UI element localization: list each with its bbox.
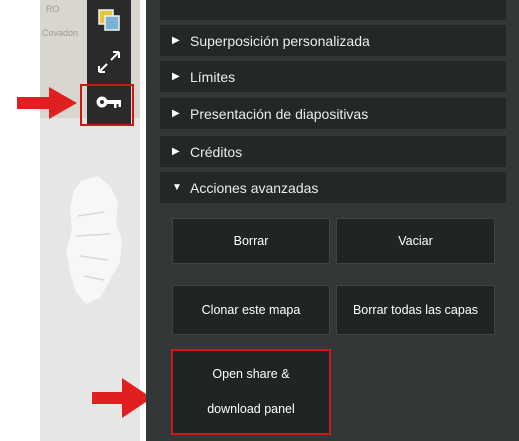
section-label: Créditos	[190, 143, 243, 160]
caret-down-icon: ▼	[172, 182, 182, 193]
caret-right-icon: ▶	[172, 146, 180, 157]
section-advanced-actions[interactable]: ▼ Acciones avanzadas	[160, 172, 506, 203]
section-credits[interactable]: ▶ Créditos	[160, 136, 506, 167]
arrows-icon	[98, 51, 120, 73]
fullscreen-button[interactable]	[89, 44, 129, 80]
arrow-right-icon	[92, 378, 152, 418]
layers-icon	[98, 9, 120, 31]
arrow-right-icon	[17, 87, 77, 119]
key-button-highlight	[80, 84, 134, 126]
share-button-highlight	[171, 349, 331, 435]
section-label: Límites	[190, 68, 236, 85]
caret-right-icon: ▶	[172, 35, 180, 46]
map-island-shape	[66, 176, 122, 304]
map-place-label: Covadon	[42, 28, 79, 38]
section-slideshow[interactable]: ▶ Presentación de diapositivas	[160, 98, 506, 129]
section-partial[interactable]	[160, 0, 506, 20]
section-label: Acciones avanzadas	[190, 179, 319, 196]
map-place-label: RO	[46, 4, 60, 14]
caret-right-icon: ▶	[172, 108, 180, 119]
section-label: Superposición personalizada	[190, 32, 370, 49]
empty-button[interactable]: Vaciar	[336, 218, 495, 264]
layers-button[interactable]	[89, 2, 129, 38]
section-custom-overlay[interactable]: ▶ Superposición personalizada	[160, 25, 506, 56]
clone-map-button[interactable]: Clonar este mapa	[172, 285, 330, 335]
delete-all-layers-button[interactable]: Borrar todas las capas	[336, 285, 495, 335]
caret-right-icon: ▶	[172, 71, 180, 82]
delete-button[interactable]: Borrar	[172, 218, 330, 264]
section-limits[interactable]: ▶ Límites	[160, 61, 506, 92]
section-label: Presentación de diapositivas	[190, 105, 369, 122]
